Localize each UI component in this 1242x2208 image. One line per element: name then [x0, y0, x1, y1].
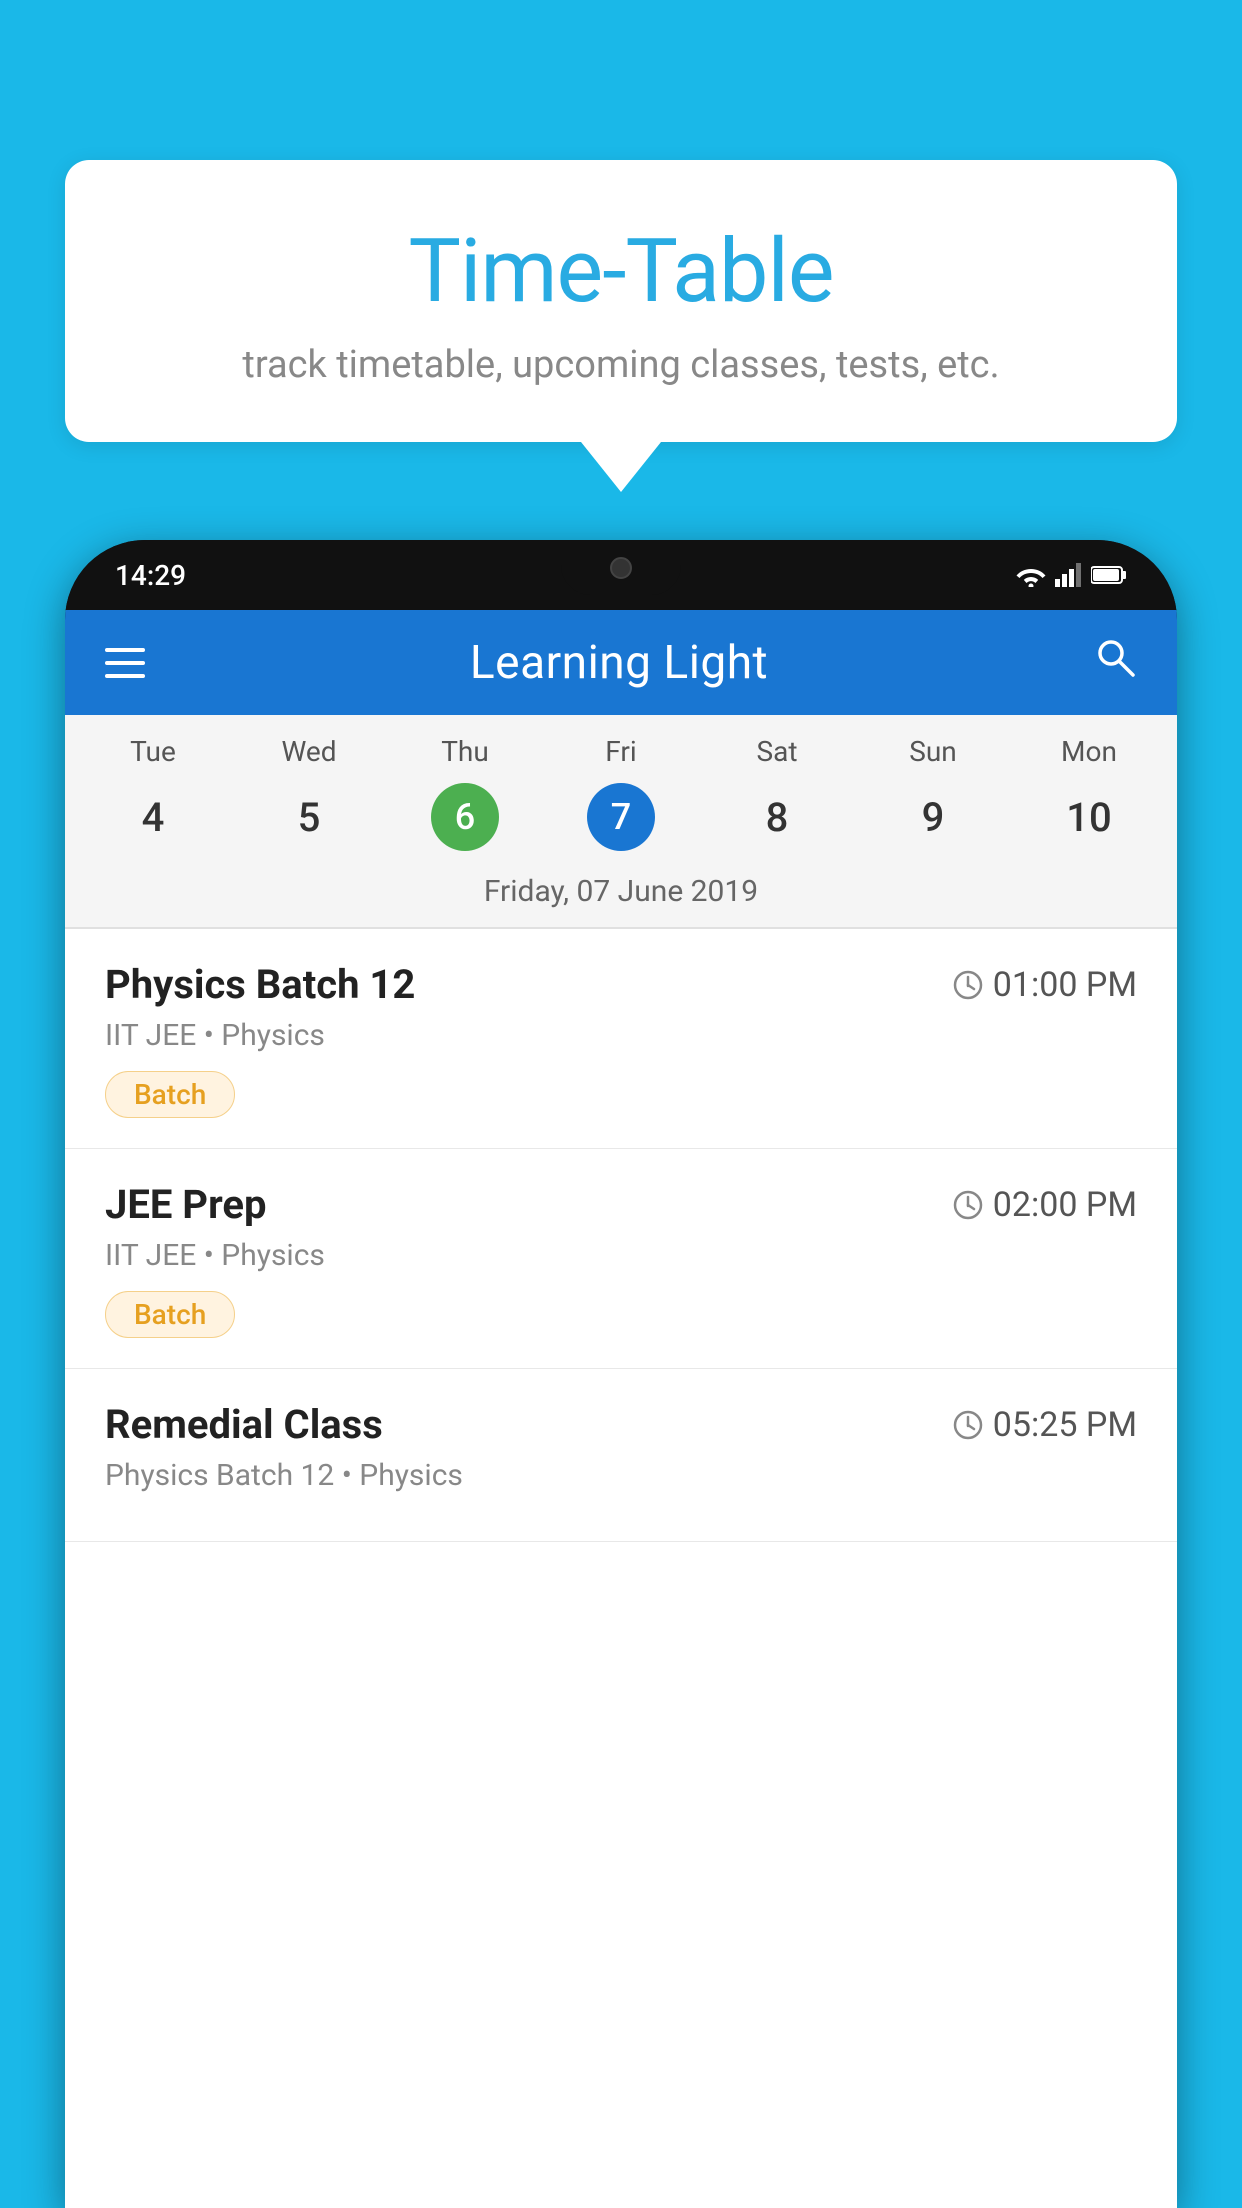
schedule-list: Physics Batch 12 01:00 PM IIT JEE • Phys… [65, 929, 1177, 2208]
search-button[interactable] [1093, 635, 1137, 690]
clock-icon-3 [953, 1410, 983, 1440]
schedule-subtitle-3: Physics Batch 12 • Physics [105, 1458, 1137, 1493]
bubble-title: Time-Table [125, 220, 1117, 323]
dates-row: 4 5 6 7 8 9 10 [65, 778, 1177, 866]
schedule-time-1: 01:00 PM [953, 965, 1137, 1005]
day-wed: Wed [231, 735, 387, 768]
calendar-bar: Tue Wed Thu Fri Sat Sun Mon 4 5 6 7 8 9 … [65, 715, 1177, 927]
day-tue: Tue [75, 735, 231, 768]
day-mon: Mon [1011, 735, 1167, 768]
day-thu: Thu [387, 735, 543, 768]
schedule-time-2: 02:00 PM [953, 1185, 1137, 1225]
schedule-item-2[interactable]: JEE Prep 02:00 PM IIT JEE • Physics Batc… [65, 1149, 1177, 1369]
schedule-item-2-header: JEE Prep 02:00 PM [105, 1181, 1137, 1228]
schedule-subtitle-1: IIT JEE • Physics [105, 1018, 1137, 1053]
status-bar: 14:29 [65, 540, 1177, 610]
batch-badge-2: Batch [105, 1291, 235, 1338]
day-sat: Sat [699, 735, 855, 768]
status-time: 14:29 [115, 559, 186, 592]
date-7-selected[interactable]: 7 [587, 783, 655, 851]
app-title: Learning Light [470, 636, 768, 690]
phone-frame: 14:29 [65, 540, 1177, 2208]
menu-button[interactable] [105, 648, 145, 678]
speech-bubble: Time-Table track timetable, upcoming cla… [65, 160, 1177, 442]
clock-icon-2 [953, 1190, 983, 1220]
selected-date-label: Friday, 07 June 2019 [65, 866, 1177, 927]
days-header: Tue Wed Thu Fri Sat Sun Mon [65, 715, 1177, 778]
schedule-subtitle-2: IIT JEE • Physics [105, 1238, 1137, 1273]
date-10[interactable]: 10 [1011, 783, 1167, 851]
wifi-icon [1015, 563, 1047, 587]
speech-bubble-container: Time-Table track timetable, upcoming cla… [65, 160, 1177, 492]
date-9[interactable]: 9 [855, 783, 1011, 851]
schedule-title-2: JEE Prep [105, 1181, 266, 1228]
schedule-title-3: Remedial Class [105, 1401, 383, 1448]
app-bar: Learning Light [65, 610, 1177, 715]
schedule-time-3: 05:25 PM [953, 1405, 1137, 1445]
speech-bubble-arrow [581, 442, 661, 492]
battery-icon [1091, 565, 1127, 585]
day-fri: Fri [543, 735, 699, 768]
clock-icon-1 [953, 970, 983, 1000]
signal-icon [1055, 563, 1083, 587]
schedule-item-1-header: Physics Batch 12 01:00 PM [105, 961, 1137, 1008]
schedule-item-3[interactable]: Remedial Class 05:25 PM Physics Batch 12… [65, 1369, 1177, 1542]
day-sun: Sun [855, 735, 1011, 768]
phone-camera [610, 557, 632, 579]
date-4[interactable]: 4 [75, 783, 231, 851]
date-6-today[interactable]: 6 [431, 783, 499, 851]
schedule-title-1: Physics Batch 12 [105, 961, 415, 1008]
schedule-item-1[interactable]: Physics Batch 12 01:00 PM IIT JEE • Phys… [65, 929, 1177, 1149]
date-5[interactable]: 5 [231, 783, 387, 851]
bubble-subtitle: track timetable, upcoming classes, tests… [125, 343, 1117, 387]
status-icons [1015, 563, 1127, 587]
schedule-item-3-header: Remedial Class 05:25 PM [105, 1401, 1137, 1448]
phone-notch [561, 540, 681, 595]
date-8[interactable]: 8 [699, 783, 855, 851]
batch-badge-1: Batch [105, 1071, 235, 1118]
